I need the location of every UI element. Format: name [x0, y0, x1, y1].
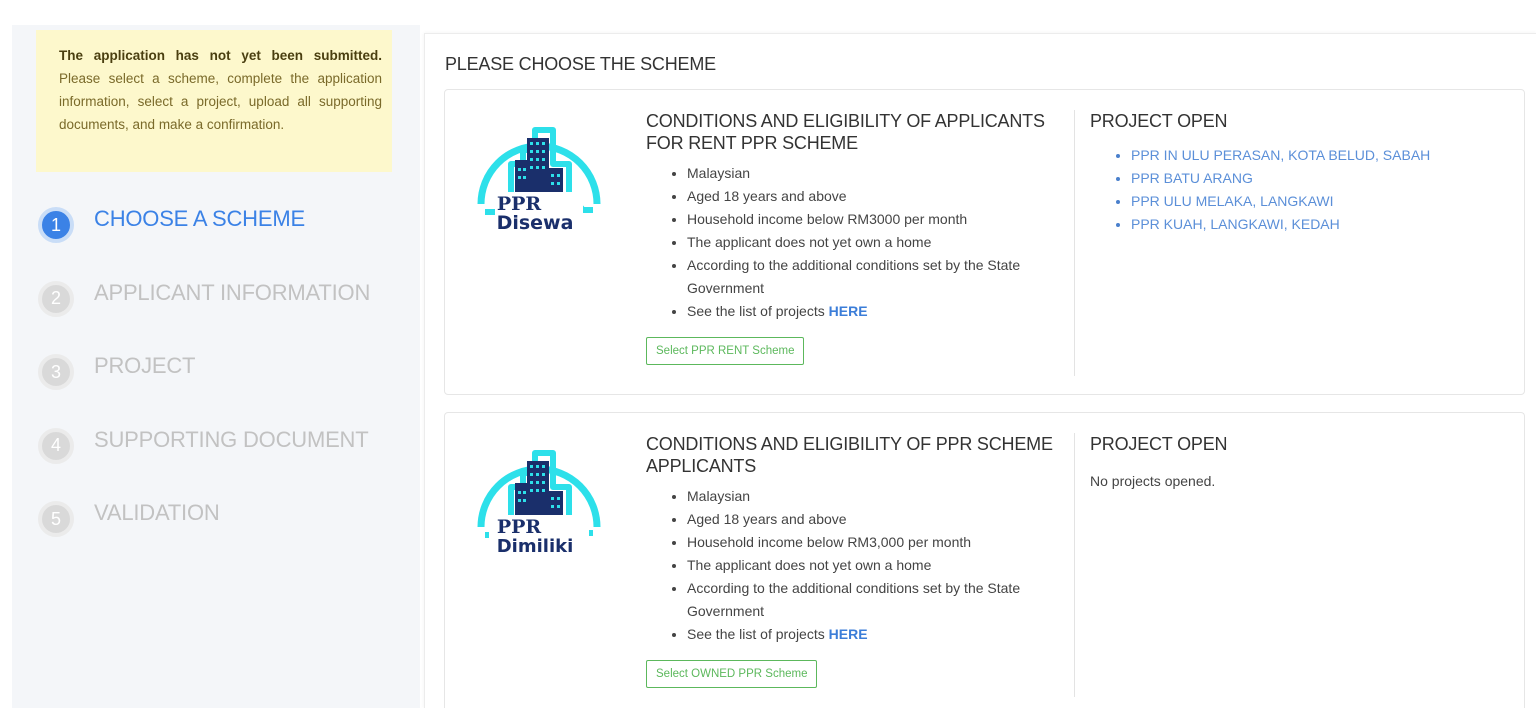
condition-item: According to the additional conditions s…: [687, 254, 1066, 300]
step-project[interactable]: 3 PROJECT: [38, 350, 370, 424]
step-number: 2: [38, 280, 74, 317]
page-title: PLEASE CHOOSE THE SCHEME: [445, 54, 716, 74]
step-number: 5: [38, 501, 74, 537]
step-number: 4: [38, 427, 74, 464]
sidebar: The application has not yet been submitt…: [12, 25, 420, 708]
see-list-text: See the list of projects: [687, 626, 825, 642]
scheme-card-owned: PPR Dimiliki CONDITIONS AND ELIGIBILITY …: [444, 412, 1525, 708]
project-link[interactable]: PPR IN ULU PERASAN, KOTA BELUD, SABAH: [1131, 144, 1490, 167]
conditions-title: CONDITIONS AND ELIGIBILITY OF APPLICANTS…: [646, 111, 1045, 153]
step-label: CHOOSE A SCHEME: [94, 206, 305, 231]
condition-item: Household income below RM3,000 per month: [687, 531, 1066, 554]
conditions-section: CONDITIONS AND ELIGIBILITY OF APPLICANTS…: [646, 110, 1066, 365]
step-label: SUPPORTING DOCUMENT: [94, 426, 369, 452]
scheme-card-rent: PPR Disewa CONDITIONS AND ELIGIBILITY OF…: [444, 89, 1525, 395]
step-label: APPLICANT INFORMATION: [94, 279, 371, 305]
see-list-text: See the list of projects: [687, 303, 825, 319]
main-panel: PLEASE CHOOSE THE SCHEME PPR Disewa COND…: [424, 33, 1536, 708]
step-label: VALIDATION: [94, 500, 220, 525]
step-choose-scheme[interactable]: 1 CHOOSE A SCHEME: [38, 203, 370, 277]
project-list-link[interactable]: HERE: [829, 626, 868, 642]
project-link[interactable]: PPR KUAH, LANGKAWI, KEDAH: [1131, 213, 1490, 236]
projects-list: PPR IN ULU PERASAN, KOTA BELUD, SABAH PP…: [1131, 144, 1490, 236]
ppr-dimiliki-logo: PPR Dimiliki: [477, 450, 601, 555]
condition-item: Malaysian: [687, 485, 1066, 508]
divider: [1074, 433, 1075, 697]
step-label: PROJECT: [94, 353, 196, 378]
step-list: 1 CHOOSE A SCHEME 2 APPLICANT INFORMATIO…: [38, 203, 370, 571]
status-alert: The application has not yet been submitt…: [36, 30, 392, 172]
logo-text-bottom: Disewa: [497, 212, 574, 232]
step-supporting-document[interactable]: 4 SUPPORTING DOCUMENT: [38, 424, 370, 498]
condition-item: The applicant does not yet own a home: [687, 554, 1066, 577]
condition-item: Aged 18 years and above: [687, 508, 1066, 531]
alert-text: Please select a scheme, complete the app…: [59, 71, 382, 132]
step-number: 3: [38, 354, 74, 390]
no-projects-text: No projects opened.: [1090, 473, 1216, 489]
select-owned-scheme-button[interactable]: Select OWNED PPR Scheme: [646, 660, 818, 688]
project-list-link[interactable]: HERE: [829, 303, 868, 319]
ppr-disewa-logo: PPR Disewa: [477, 127, 601, 232]
condition-item: Aged 18 years and above: [687, 185, 1066, 208]
conditions-title: CONDITIONS AND ELIGIBILITY OF PPR SCHEME…: [646, 434, 1053, 476]
condition-item: According to the additional conditions s…: [687, 577, 1066, 623]
logo-text-bottom: Dimiliki: [497, 536, 574, 555]
conditions-list: Malaysian Aged 18 years and above Househ…: [687, 162, 1066, 323]
conditions-list: Malaysian Aged 18 years and above Househ…: [687, 485, 1066, 646]
condition-item: Household income below RM3000 per month: [687, 208, 1066, 231]
project-link[interactable]: PPR BATU ARANG: [1131, 167, 1490, 190]
projects-section: PROJECT OPEN PPR IN ULU PERASAN, KOTA BE…: [1090, 110, 1490, 236]
projects-title: PROJECT OPEN: [1090, 434, 1228, 454]
step-number: 1: [38, 207, 74, 243]
alert-heading: The application has not yet been submitt…: [59, 48, 382, 63]
condition-item: Malaysian: [687, 162, 1066, 185]
projects-title: PROJECT OPEN: [1090, 111, 1228, 131]
condition-item: See the list of projects HERE: [687, 623, 1066, 646]
step-applicant-information[interactable]: 2 APPLICANT INFORMATION: [38, 277, 370, 351]
condition-item: The applicant does not yet own a home: [687, 231, 1066, 254]
divider: [1074, 110, 1075, 376]
projects-section: PROJECT OPEN No projects opened.: [1090, 433, 1490, 489]
condition-item: See the list of projects HERE: [687, 300, 1066, 323]
step-validation[interactable]: 5 VALIDATION: [38, 497, 370, 571]
logo-text-top: PPR: [497, 516, 542, 538]
select-rent-scheme-button[interactable]: Select PPR RENT Scheme: [646, 337, 805, 365]
project-link[interactable]: PPR ULU MELAKA, LANGKAWI: [1131, 190, 1490, 213]
conditions-section: CONDITIONS AND ELIGIBILITY OF PPR SCHEME…: [646, 433, 1066, 688]
